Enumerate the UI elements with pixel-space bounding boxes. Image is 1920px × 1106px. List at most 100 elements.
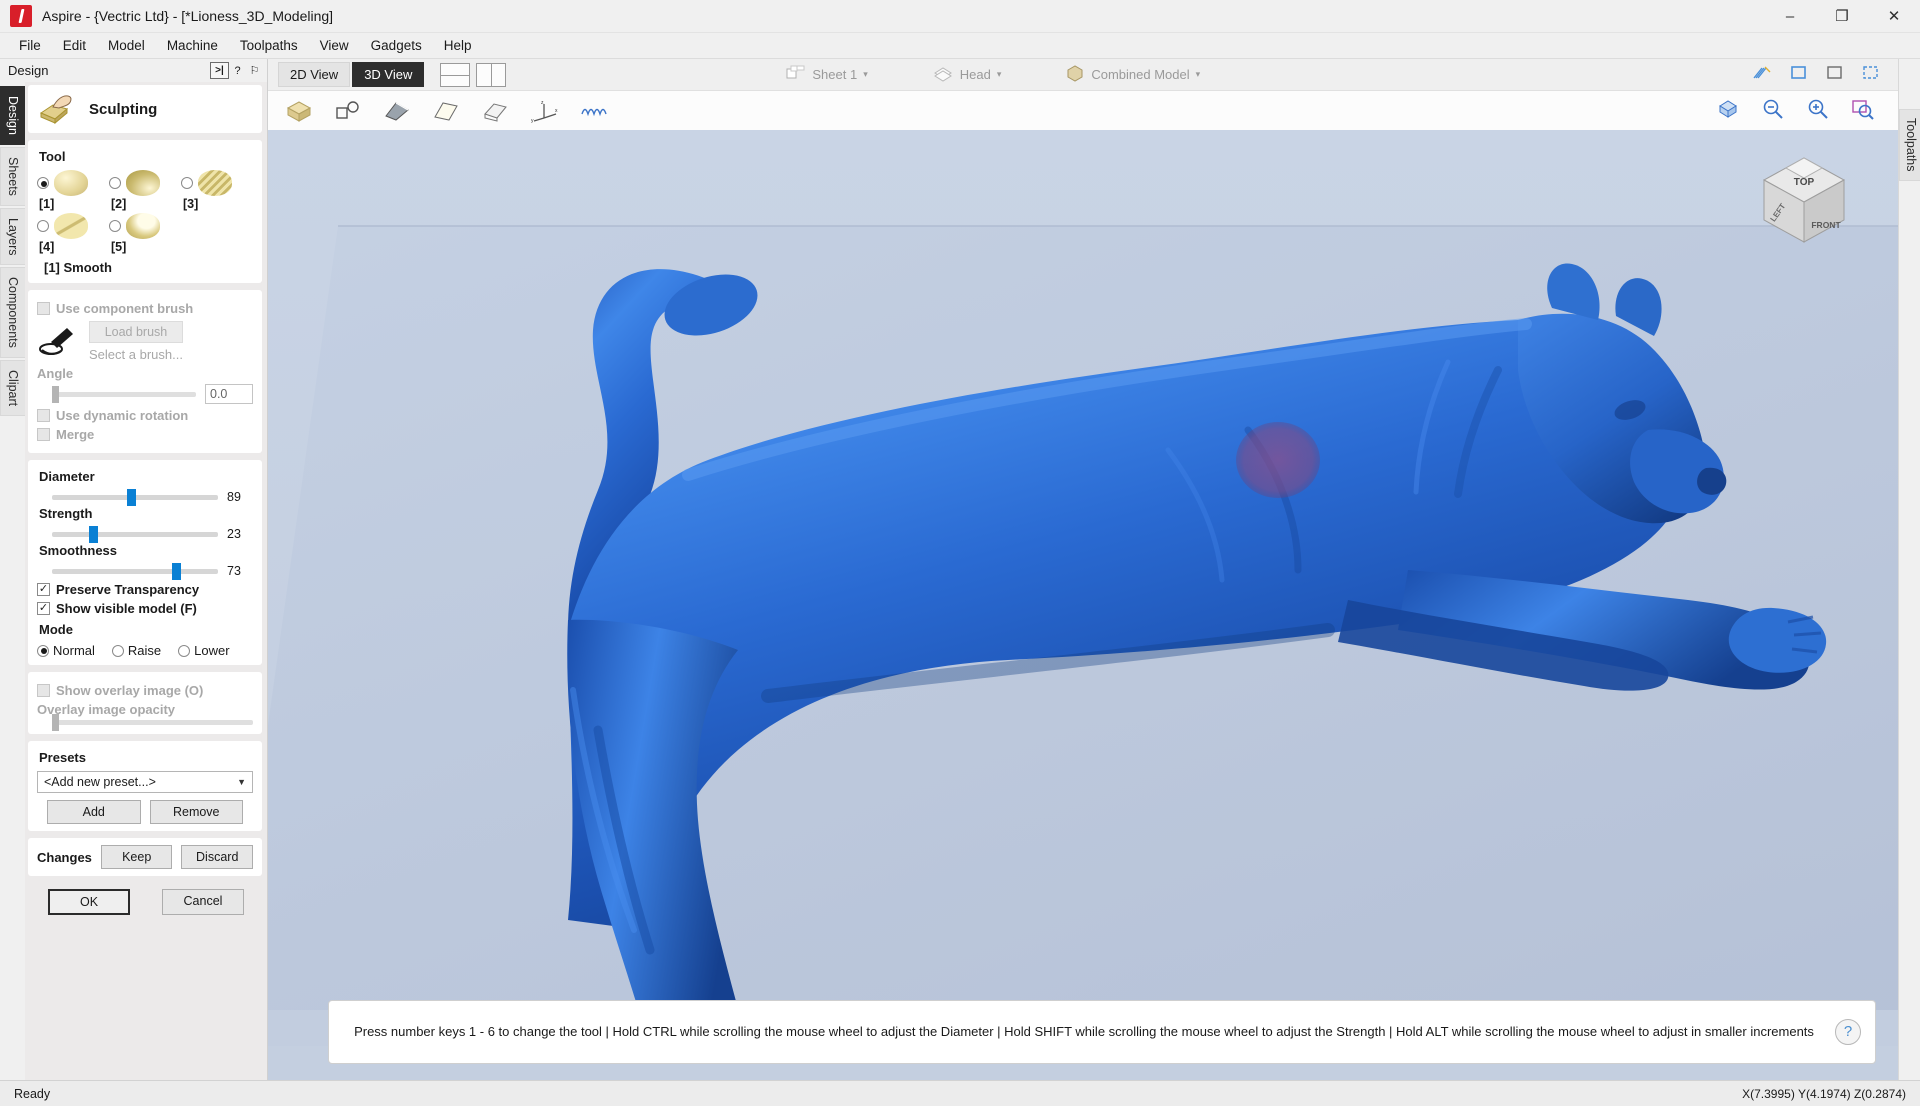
- mode-radio-lower[interactable]: [178, 645, 190, 657]
- tool-option-5[interactable]: [5]: [109, 213, 181, 254]
- diameter-slider-track[interactable]: [52, 495, 218, 500]
- tab-3d-view[interactable]: 3D View: [352, 62, 424, 87]
- angle-value-input[interactable]: 0.0: [205, 384, 253, 404]
- tool-radio-5[interactable]: [109, 220, 121, 232]
- chevron-down-icon[interactable]: ▾: [997, 69, 1002, 80]
- preset-dropdown[interactable]: <Add new preset...> ▼: [37, 771, 253, 793]
- menu-model[interactable]: Model: [97, 34, 156, 57]
- angle-slider-row[interactable]: 0.0: [37, 384, 253, 404]
- use-dynamic-rotation-row[interactable]: Use dynamic rotation: [37, 408, 253, 423]
- split-horizontal-icon[interactable]: [440, 63, 470, 87]
- sidebar-item-components[interactable]: Components: [0, 267, 25, 358]
- tool-radio-2[interactable]: [109, 177, 121, 189]
- sidebar-item-toolpaths[interactable]: Toolpaths: [1899, 109, 1920, 181]
- chevron-down-icon[interactable]: ▾: [863, 69, 868, 80]
- strength-slider-track[interactable]: [52, 532, 218, 537]
- mode-radio-normal[interactable]: [37, 645, 49, 657]
- sidebar-item-layers[interactable]: Layers: [0, 208, 25, 266]
- menu-help[interactable]: Help: [433, 34, 483, 57]
- strength-slider-thumb[interactable]: [89, 526, 98, 543]
- preserve-transparency-checkbox[interactable]: ✓: [37, 583, 50, 596]
- ok-button[interactable]: OK: [48, 889, 130, 915]
- flat-plane-icon[interactable]: [431, 98, 461, 124]
- rectangle-select-icon[interactable]: [1826, 64, 1844, 85]
- axis-orientation-icon[interactable]: zxy: [529, 98, 559, 124]
- show-overlay-image-checkbox[interactable]: [37, 684, 50, 697]
- overlay-opacity-thumb[interactable]: [52, 714, 59, 731]
- strength-slider-row[interactable]: 23: [37, 527, 253, 541]
- menu-view[interactable]: View: [309, 34, 360, 57]
- shading-toggle-icon[interactable]: [1752, 64, 1772, 85]
- close-button[interactable]: ✕: [1868, 0, 1920, 33]
- overlay-opacity-track[interactable]: [52, 720, 253, 725]
- menu-toolpaths[interactable]: Toolpaths: [229, 34, 309, 57]
- smoothness-slider-track[interactable]: [52, 569, 218, 574]
- smoothness-slider-row[interactable]: 73: [37, 564, 253, 578]
- cancel-button[interactable]: Cancel: [162, 889, 244, 915]
- zoom-box-icon[interactable]: [1715, 97, 1741, 124]
- maximize-button[interactable]: ❐: [1816, 0, 1868, 33]
- zoom-selection-icon[interactable]: [1850, 97, 1876, 124]
- mode-option-raise[interactable]: Raise: [112, 643, 161, 658]
- load-brush-button[interactable]: Load brush: [89, 321, 183, 343]
- mode-option-lower[interactable]: Lower: [178, 643, 229, 658]
- tool-radio-4[interactable]: [37, 220, 49, 232]
- use-component-brush-row[interactable]: Use component brush: [37, 301, 253, 316]
- use-dynamic-rotation-checkbox[interactable]: [37, 409, 50, 422]
- discard-button[interactable]: Discard: [181, 845, 253, 869]
- tool-option-2[interactable]: [2]: [109, 170, 181, 211]
- combined-model-dropdown[interactable]: Combined Model ▾: [1065, 64, 1200, 85]
- diameter-slider-thumb[interactable]: [127, 489, 136, 506]
- head-dropdown[interactable]: Head ▾: [932, 64, 1002, 85]
- zoom-in-icon[interactable]: [1805, 97, 1831, 124]
- pin-icon[interactable]: ⚐: [246, 62, 263, 79]
- 3d-viewport[interactable]: TOP FRONT LEFT Press number keys 1 - 6 t…: [268, 130, 1898, 1080]
- preserve-transparency-row[interactable]: ✓ Preserve Transparency: [37, 582, 253, 597]
- sidebar-item-clipart[interactable]: Clipart: [0, 360, 25, 416]
- tab-2d-view[interactable]: 2D View: [278, 62, 350, 87]
- dashed-select-icon[interactable]: [1862, 64, 1880, 85]
- keep-button[interactable]: Keep: [101, 845, 173, 869]
- help-icon[interactable]: ?: [229, 62, 246, 79]
- help-icon[interactable]: ?: [1835, 1019, 1861, 1045]
- model-components-icon[interactable]: [333, 98, 363, 124]
- show-visible-model-row[interactable]: ✓ Show visible model (F): [37, 601, 253, 616]
- tool-option-4[interactable]: [4]: [37, 213, 109, 254]
- show-overlay-image-row[interactable]: Show overlay image (O): [37, 683, 253, 698]
- lioness-3d-model[interactable]: [268, 130, 1898, 1046]
- menu-file[interactable]: File: [8, 34, 52, 57]
- smoothness-slider-thumb[interactable]: [172, 563, 181, 580]
- chevron-down-icon[interactable]: ▼: [237, 777, 246, 787]
- merge-checkbox[interactable]: [37, 428, 50, 441]
- split-vertical-icon[interactable]: [476, 63, 506, 87]
- angle-slider-thumb[interactable]: [52, 386, 59, 403]
- diameter-slider-row[interactable]: 89: [37, 490, 253, 504]
- sidebar-item-sheets[interactable]: Sheets: [0, 147, 25, 206]
- remove-preset-button[interactable]: Remove: [150, 800, 244, 824]
- add-preset-button[interactable]: Add: [47, 800, 141, 824]
- auto-hide-expand-icon[interactable]: >|: [210, 62, 229, 79]
- zoom-out-icon[interactable]: [1760, 97, 1786, 124]
- view-navigation-cube[interactable]: TOP FRONT LEFT: [1756, 152, 1852, 248]
- mode-option-normal[interactable]: Normal: [37, 643, 95, 658]
- mode-radio-raise[interactable]: [112, 645, 124, 657]
- tool-option-3[interactable]: [3]: [181, 170, 253, 211]
- toolpath-preview-icon[interactable]: [578, 98, 608, 124]
- material-block-icon[interactable]: [284, 98, 314, 124]
- perspective-box-icon[interactable]: [480, 98, 510, 124]
- merge-row[interactable]: Merge: [37, 427, 253, 442]
- frame-select-icon[interactable]: [1790, 64, 1808, 85]
- chevron-down-icon[interactable]: ▾: [1196, 69, 1201, 80]
- show-visible-model-checkbox[interactable]: ✓: [37, 602, 50, 615]
- minimize-button[interactable]: –: [1764, 0, 1816, 33]
- menu-edit[interactable]: Edit: [52, 34, 97, 57]
- angle-slider-track[interactable]: [52, 392, 196, 397]
- tool-option-1[interactable]: [1]: [37, 170, 109, 211]
- sidebar-item-design[interactable]: Design: [0, 86, 25, 145]
- tool-radio-3[interactable]: [181, 177, 193, 189]
- shading-mode-icon[interactable]: [382, 98, 412, 124]
- use-component-brush-checkbox[interactable]: [37, 302, 50, 315]
- tool-radio-1[interactable]: [37, 177, 49, 189]
- menu-machine[interactable]: Machine: [156, 34, 229, 57]
- sheet-dropdown[interactable]: Sheet 1 ▾: [786, 64, 867, 85]
